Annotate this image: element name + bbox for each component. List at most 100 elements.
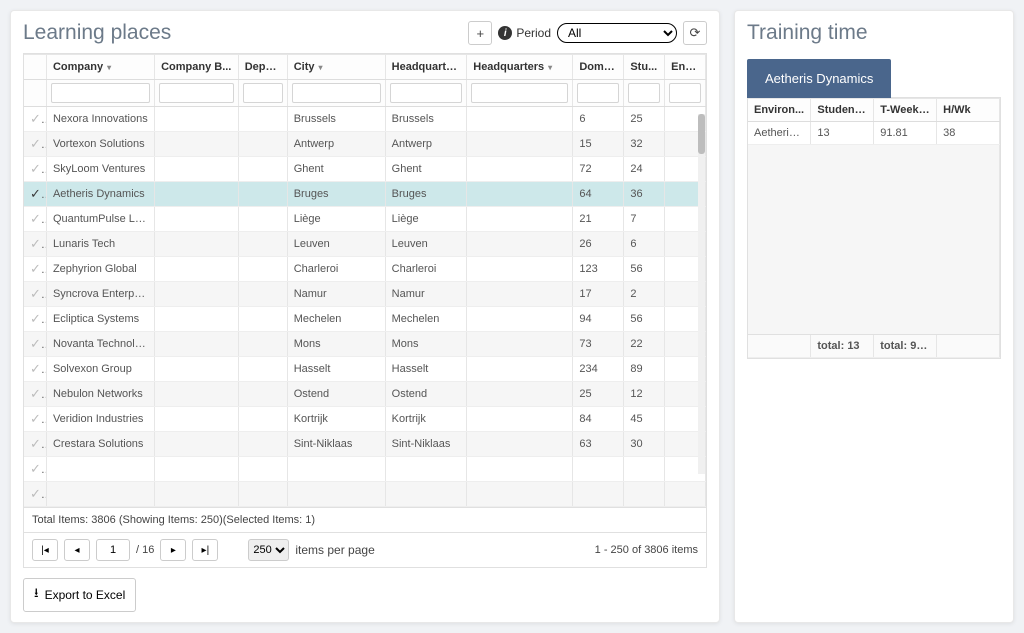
cell-city: Antwerp	[287, 132, 385, 157]
cell-companyb	[155, 307, 239, 332]
company-tab[interactable]: Aetheris Dynamics	[747, 59, 891, 98]
col-depar[interactable]: Depar...	[238, 55, 287, 80]
cell-hq1	[385, 482, 467, 507]
col-hq2[interactable]: Headquarters▾	[467, 55, 573, 80]
table-row[interactable]: ✓SkyLoom VenturesGhentGhent7224	[24, 157, 706, 182]
cell-stu	[624, 457, 665, 482]
check-icon: ✓	[30, 236, 46, 251]
row-check[interactable]: ✓	[24, 332, 46, 357]
cell-hq1: Antwerp	[385, 132, 467, 157]
cell-city: Brussels	[287, 107, 385, 132]
filter-companyb[interactable]	[159, 83, 234, 103]
check-icon: ✓	[30, 286, 46, 301]
period-select[interactable]: All	[557, 23, 677, 43]
panel-header: Learning places + i Period All ⟳	[23, 21, 707, 45]
col-student[interactable]: Student...	[811, 99, 874, 122]
cell-depar	[238, 332, 287, 357]
page-size-select[interactable]: 250	[248, 539, 289, 561]
cell-city	[287, 457, 385, 482]
table-row[interactable]: ✓Crestara SolutionsSint-NiklaasSint-Nikl…	[24, 432, 706, 457]
row-check[interactable]: ✓	[24, 482, 46, 507]
pager-prev[interactable]: ◂	[64, 539, 90, 561]
pager-range: 1 - 250 of 3806 items	[595, 544, 698, 556]
row-check[interactable]: ✓	[24, 407, 46, 432]
table-row[interactable]: ✓Aetheris DynamicsBrugesBruges6436	[24, 182, 706, 207]
pager-next[interactable]: ▸	[160, 539, 186, 561]
cell-dom	[573, 457, 624, 482]
items-per-page-label: items per page	[295, 543, 374, 557]
table-row[interactable]: ✓Zephyrion GlobalCharleroiCharleroi12356	[24, 257, 706, 282]
cell-dom: 73	[573, 332, 624, 357]
cell-dom: 63	[573, 432, 624, 457]
row-check[interactable]: ✓	[24, 457, 46, 482]
col-stu[interactable]: Stu...	[624, 55, 665, 80]
row-check[interactable]: ✓	[24, 382, 46, 407]
row-check[interactable]: ✓	[24, 307, 46, 332]
cell-hq1: Kortrijk	[385, 407, 467, 432]
row-check[interactable]: ✓	[24, 182, 46, 207]
pager-page-input[interactable]	[96, 539, 130, 561]
col-companyb[interactable]: Company B...	[155, 55, 239, 80]
filter-depar[interactable]	[243, 83, 283, 103]
pager-first[interactable]: |◂	[32, 539, 58, 561]
filter-hq1[interactable]	[390, 83, 463, 103]
row-check[interactable]: ✓	[24, 432, 46, 457]
add-button[interactable]: +	[468, 21, 492, 45]
col-select[interactable]	[24, 55, 46, 80]
export-excel-button[interactable]: ⭳ Export to Excel	[23, 578, 136, 612]
filter-stu[interactable]	[628, 83, 660, 103]
filter-hq2[interactable]	[471, 83, 568, 103]
cell-companyb	[155, 182, 239, 207]
table-row[interactable]: ✓Lunaris TechLeuvenLeuven266	[24, 232, 706, 257]
pager-last[interactable]: ▸|	[192, 539, 218, 561]
vertical-scrollbar[interactable]	[698, 114, 705, 474]
cell-companyb	[155, 482, 239, 507]
row-check[interactable]: ✓	[24, 157, 46, 182]
col-doma[interactable]: Doma...	[573, 55, 624, 80]
col-env[interactable]: Env...	[665, 55, 706, 80]
cell-city: Ostend	[287, 382, 385, 407]
sort-icon: ▾	[318, 63, 322, 72]
cell-depar	[238, 282, 287, 307]
col-hwk[interactable]: H/Wk	[937, 99, 1000, 122]
refresh-button[interactable]: ⟳	[683, 21, 707, 45]
scrollbar-thumb[interactable]	[698, 114, 705, 154]
row-check[interactable]: ✓	[24, 282, 46, 307]
filter-env[interactable]	[669, 83, 701, 103]
table-row[interactable]: ✓	[24, 482, 706, 507]
col-company[interactable]: Company▾	[46, 55, 154, 80]
training-row[interactable]: Aetheris D... 13 91.81 38	[748, 122, 1000, 145]
table-row[interactable]: ✓Novanta TechnologiesMonsMons7322	[24, 332, 706, 357]
col-hq1[interactable]: Headquarte...	[385, 55, 467, 80]
row-check[interactable]: ✓	[24, 357, 46, 382]
check-icon: ✓	[30, 336, 46, 351]
table-row[interactable]: ✓QuantumPulse LabsLiègeLiège217	[24, 207, 706, 232]
cell-hq1: Namur	[385, 282, 467, 307]
table-row[interactable]: ✓	[24, 457, 706, 482]
row-check[interactable]: ✓	[24, 107, 46, 132]
row-check[interactable]: ✓	[24, 207, 46, 232]
panel-title: Learning places	[23, 21, 171, 45]
table-row[interactable]: ✓Syncrova EnterprisesNamurNamur172	[24, 282, 706, 307]
col-environ[interactable]: Environ...	[748, 99, 811, 122]
table-row[interactable]: ✓Solvexon GroupHasseltHasselt23489	[24, 357, 706, 382]
cell-companyb	[155, 432, 239, 457]
table-row[interactable]: ✓Veridion IndustriesKortrijkKortrijk8445	[24, 407, 706, 432]
filter-doma[interactable]	[577, 83, 619, 103]
table-row[interactable]: ✓Nexora InnovationsBrusselsBrussels625	[24, 107, 706, 132]
row-check[interactable]: ✓	[24, 257, 46, 282]
table-row[interactable]: ✓Nebulon NetworksOstendOstend2512	[24, 382, 706, 407]
table-row[interactable]: ✓Vortexon SolutionsAntwerpAntwerp1532	[24, 132, 706, 157]
filter-city[interactable]	[292, 83, 381, 103]
col-tweeks[interactable]: T-Weeks...	[874, 99, 937, 122]
row-check[interactable]: ✓	[24, 232, 46, 257]
header-controls: + i Period All ⟳	[468, 21, 707, 45]
filter-company[interactable]	[51, 83, 150, 103]
cell-depar	[238, 457, 287, 482]
col-city[interactable]: City▾	[287, 55, 385, 80]
cell-dom: 123	[573, 257, 624, 282]
table-row[interactable]: ✓Ecliptica SystemsMechelenMechelen9456	[24, 307, 706, 332]
footer-total-tw: total: 91.81	[874, 335, 937, 358]
row-check[interactable]: ✓	[24, 132, 46, 157]
cell-depar	[238, 107, 287, 132]
